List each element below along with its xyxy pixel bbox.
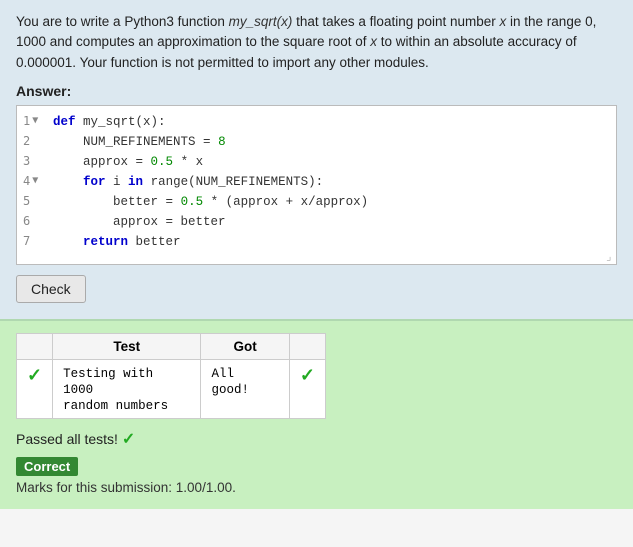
line-gutter-5: 5 <box>17 192 53 211</box>
table-header-row: Test Got <box>17 333 326 359</box>
line-code-6: approx = better <box>53 212 616 232</box>
var-x2: x <box>370 34 377 49</box>
code-editor[interactable]: 1 ▼ def my_sqrt(x): 2 NUM_REFINEMENTS = … <box>16 105 617 265</box>
code-line-6: 6 approx = better <box>17 212 616 232</box>
line-gutter-6: 6 <box>17 212 53 231</box>
code-line-1: 1 ▼ def my_sqrt(x): <box>17 112 616 132</box>
line-gutter-7: 7 <box>17 232 53 251</box>
line-gutter-3: 3 <box>17 152 53 171</box>
line-number-2: 2 <box>23 132 30 151</box>
results-container: Test Got ✓ Testing with 1000random numbe… <box>0 319 633 509</box>
resize-handle: ⌟ <box>605 251 612 262</box>
line-code-1: def my_sqrt(x): <box>53 112 616 132</box>
col-header-status <box>17 333 53 359</box>
row-test-text: Testing with 1000random numbers <box>53 359 201 418</box>
code-line-4: 4 ▼ for i in range(NUM_REFINEMENTS): <box>17 172 616 192</box>
var-x: x <box>500 14 507 29</box>
passed-check-icon: ✓ <box>122 431 135 448</box>
line-code-5: better = 0.5 * (approx + x/approx) <box>53 192 616 212</box>
function-name: my_sqrt(x) <box>229 14 293 29</box>
line-number-1: 1 <box>23 112 30 131</box>
instructions-text: You are to write a Python3 function my_s… <box>16 12 617 73</box>
line-arrow-1: ▼ <box>32 113 38 129</box>
question-container: You are to write a Python3 function my_s… <box>0 0 633 319</box>
line-code-4: for i in range(NUM_REFINEMENTS): <box>53 172 616 192</box>
line-code-3: approx = 0.5 * x <box>53 152 616 172</box>
code-line-7: 7 return better <box>17 232 616 252</box>
code-line-3: 3 approx = 0.5 * x <box>17 152 616 172</box>
marks-text: Marks for this submission: 1.00/1.00. <box>16 480 617 495</box>
got-value: All good! <box>211 367 249 397</box>
row-got-icon: ✓ <box>289 359 325 418</box>
passed-text: Passed all tests! <box>16 431 118 447</box>
line-number-5: 5 <box>23 192 30 211</box>
pass-check-icon: ✓ <box>27 365 42 385</box>
col-header-icon <box>289 333 325 359</box>
table-row: ✓ Testing with 1000random numbers All go… <box>17 359 326 418</box>
check-button[interactable]: Check <box>16 275 86 303</box>
line-gutter-1: 1 ▼ <box>17 112 53 131</box>
got-check-icon: ✓ <box>300 365 315 385</box>
code-line-5: 5 better = 0.5 * (approx + x/approx) <box>17 192 616 212</box>
line-code-2: NUM_REFINEMENTS = 8 <box>53 132 616 152</box>
col-header-got: Got <box>201 333 289 359</box>
line-arrow-4: ▼ <box>32 173 38 189</box>
code-line-2: 2 NUM_REFINEMENTS = 8 <box>17 132 616 152</box>
row-got-text: All good! <box>201 359 289 418</box>
results-table: Test Got ✓ Testing with 1000random numbe… <box>16 333 326 419</box>
line-number-7: 7 <box>23 232 30 251</box>
line-code-7: return better <box>53 232 616 252</box>
answer-label: Answer: <box>16 83 617 99</box>
line-number-6: 6 <box>23 212 30 231</box>
row-status-icon: ✓ <box>17 359 53 418</box>
line-gutter-2: 2 <box>17 132 53 151</box>
line-number-3: 3 <box>23 152 30 171</box>
line-number-4: 4 <box>23 172 30 191</box>
line-gutter-4: 4 ▼ <box>17 172 53 191</box>
col-header-test: Test <box>53 333 201 359</box>
test-description: Testing with 1000random numbers <box>63 367 168 413</box>
correct-badge: Correct <box>16 457 78 476</box>
passed-message: Passed all tests! ✓ <box>16 429 617 449</box>
